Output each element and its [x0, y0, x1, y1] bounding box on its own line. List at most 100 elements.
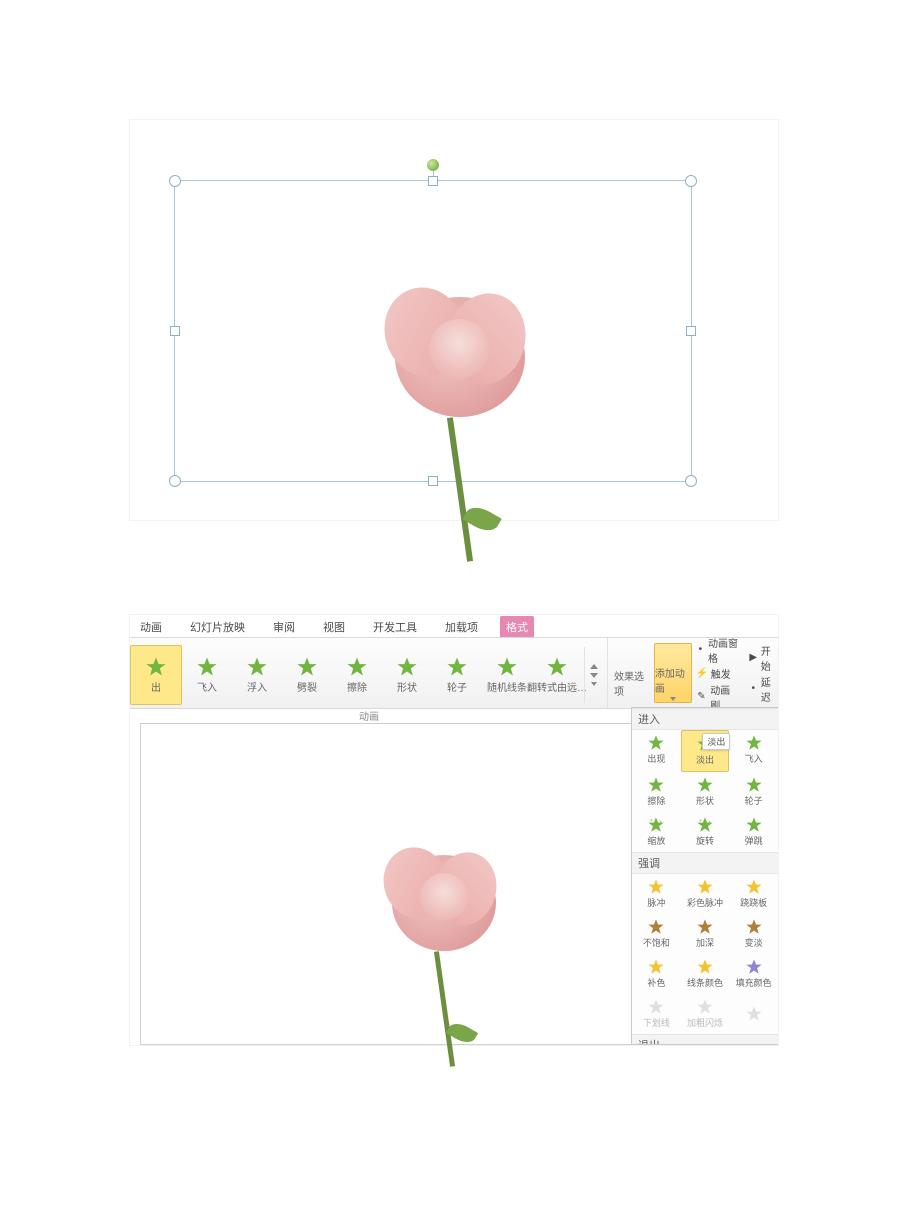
animation-option[interactable]: 线条颜色: [681, 954, 730, 994]
selection-bounding-box[interactable]: [174, 180, 692, 482]
resize-handle-nw[interactable]: [169, 175, 181, 187]
popup-section-grid: 脉冲彩色脉冲跷跷板不饱和加深变淡补色线条颜色填充颜色下划线加粗闪烁: [632, 874, 778, 1034]
animation-option-label: 形状: [696, 794, 714, 807]
rose-image[interactable]: [375, 289, 545, 549]
animation-option[interactable]: 轮子: [729, 772, 778, 812]
resize-handle-w[interactable]: [170, 326, 180, 336]
animation-name-label: 浮入: [247, 679, 267, 694]
ribbon-command[interactable]: •延迟: [749, 674, 776, 704]
resize-handle-e[interactable]: [686, 326, 696, 336]
animation-name-label: 随机线条: [487, 679, 527, 694]
animation-option[interactable]: 补色: [632, 954, 681, 994]
animation-option[interactable]: 淡出淡出: [681, 730, 730, 772]
resize-handle-sw[interactable]: [169, 475, 181, 487]
gallery-scroll[interactable]: [584, 647, 603, 703]
slide-canvas-top: [129, 119, 779, 521]
animation-option[interactable]: 变淡: [729, 914, 778, 954]
animation-option-label: 轮子: [745, 794, 763, 807]
star-icon: [447, 657, 467, 677]
ribbon-command[interactable]: ⚡触发: [696, 666, 739, 681]
animation-option-label: 变淡: [745, 936, 763, 949]
resize-handle-ne[interactable]: [685, 175, 697, 187]
animation-gallery-item[interactable]: 翻转式由远…: [532, 646, 582, 704]
animation-gallery-item[interactable]: 飞入: [182, 646, 232, 704]
animation-option-label: 线条颜色: [687, 976, 723, 989]
ribbon-tab[interactable]: 开发工具: [367, 616, 423, 637]
star-icon: [648, 959, 664, 975]
animation-gallery-item[interactable]: 形状: [382, 646, 432, 704]
animation-option-label: 淡出: [696, 753, 714, 766]
ribbon-tab[interactable]: 幻灯片放映: [184, 616, 251, 637]
add-animation-button[interactable]: 添加动画: [654, 643, 692, 703]
animation-option[interactable]: 填充颜色: [729, 954, 778, 994]
animation-gallery-item[interactable]: 劈裂: [282, 646, 332, 704]
ribbon-tab[interactable]: 格式: [500, 616, 534, 637]
star-icon: [547, 657, 567, 677]
star-icon: [397, 657, 417, 677]
star-icon: [697, 919, 713, 935]
animation-name-label: 飞入: [197, 679, 217, 694]
ribbon-tab[interactable]: 视图: [317, 616, 351, 637]
animation-option[interactable]: 彩色脉冲: [681, 874, 730, 914]
ribbon-tabs: 动画幻灯片放映审阅视图开发工具加载项格式: [130, 615, 778, 638]
command-label: 开始: [761, 643, 776, 673]
pane-icon: •: [696, 644, 705, 656]
star-icon: [697, 879, 713, 895]
ribbon-tab[interactable]: 审阅: [267, 616, 301, 637]
star-icon: [746, 1006, 762, 1022]
animation-option-label: 飞入: [745, 752, 763, 765]
star-icon: [648, 919, 664, 935]
resize-handle-n[interactable]: [428, 176, 438, 186]
animation-option-label: 弹跳: [745, 834, 763, 847]
animation-option-label: 填充颜色: [736, 976, 772, 989]
animation-option[interactable]: 旋转: [681, 812, 730, 852]
effect-options-button[interactable]: 效果选项: [614, 644, 650, 702]
animation-option[interactable]: 缩放: [632, 812, 681, 852]
animation-option-label: 彩色脉冲: [687, 896, 723, 909]
animation-option[interactable]: 擦除: [632, 772, 681, 812]
animation-option[interactable]: 飞入: [729, 730, 778, 770]
star-icon: [297, 657, 317, 677]
ribbon-command[interactable]: •动画窗格: [696, 635, 739, 665]
animation-gallery-item[interactable]: 出: [130, 645, 182, 705]
animation-option[interactable]: 跷跷板: [729, 874, 778, 914]
animation-option[interactable]: 脉冲: [632, 874, 681, 914]
animation-option[interactable]: 不饱和: [632, 914, 681, 954]
rotation-handle[interactable]: [427, 159, 439, 171]
animation-option: 下划线: [632, 994, 681, 1034]
animation-option: [729, 994, 778, 1034]
lightning-icon: ⚡: [696, 667, 708, 679]
star-icon: [746, 735, 762, 751]
ribbon-tab[interactable]: 加载项: [439, 616, 484, 637]
popup-section-grid: 出现淡出淡出飞入擦除形状 轮子缩放旋转弹跳: [632, 730, 778, 852]
animation-option-label: 补色: [647, 976, 665, 989]
effect-options-label: 效果选项: [614, 668, 650, 698]
popup-section-title: 强调: [632, 852, 778, 874]
play-icon: ▶: [749, 652, 758, 664]
ribbon-tab[interactable]: 动画: [134, 616, 168, 637]
command-label: 延迟: [761, 674, 776, 704]
animation-option-label: 下划线: [643, 1016, 670, 1029]
star-icon: [746, 777, 762, 793]
app-window: 动画幻灯片放映审阅视图开发工具加载项格式 出飞入浮入劈裂擦除形状轮子随机线条翻转…: [129, 614, 779, 1046]
animation-gallery: 出飞入 浮入劈裂擦除形状轮子 随机线条翻转式由远…: [130, 638, 607, 708]
animation-gallery-item[interactable]: 擦除: [332, 646, 382, 704]
animation-gallery-item[interactable]: 轮子: [432, 646, 482, 704]
animation-option-label: 不饱和: [643, 936, 670, 949]
star-icon: [648, 999, 664, 1015]
rose-image: [376, 849, 516, 1064]
resize-handle-se[interactable]: [685, 475, 697, 487]
animation-option[interactable]: 加深: [681, 914, 730, 954]
star-icon: [697, 999, 713, 1015]
ribbon-command[interactable]: ▶开始: [749, 643, 776, 673]
animation-gallery-item[interactable]: 随机线条: [482, 646, 532, 704]
ribbon-right-group: 效果选项 添加动画 •动画窗格⚡触发✎动画刷 ▶开始•延迟: [607, 638, 780, 708]
add-animation-label: 添加动画: [655, 665, 691, 695]
brush-icon: ✎: [696, 691, 707, 703]
animation-option[interactable]: 形状: [681, 772, 730, 812]
star-icon: [648, 879, 664, 895]
animation-name-label: 轮子: [447, 679, 467, 694]
animation-option[interactable]: 弹跳: [729, 812, 778, 852]
animation-gallery-item[interactable]: 浮入: [232, 646, 282, 704]
animation-option[interactable]: 出现: [632, 730, 681, 770]
